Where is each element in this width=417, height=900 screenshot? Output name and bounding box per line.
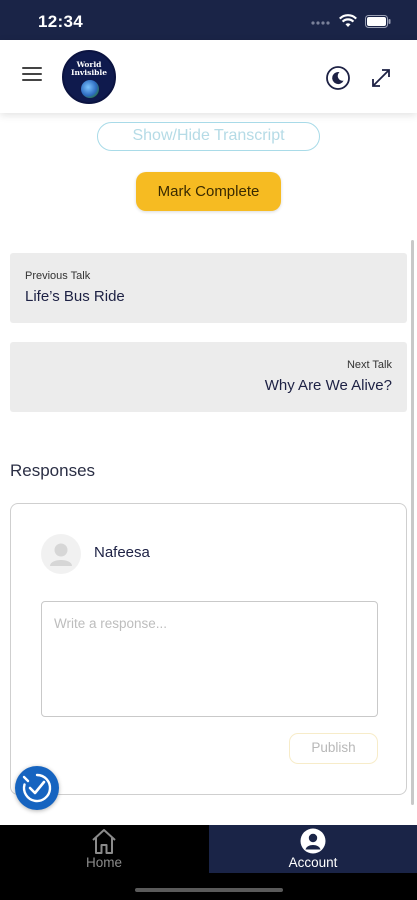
- avatar: [41, 534, 81, 574]
- talk-content: Show/Hide Transcript Mark Complete Previ…: [0, 113, 417, 825]
- response-card: Nafeesa Write a response... Publish: [10, 503, 407, 795]
- responses-heading: Responses: [10, 461, 96, 480]
- battery-icon: [365, 14, 391, 28]
- user-name: Nafeesa: [94, 544, 150, 561]
- world-invisible-logo[interactable]: World Invisible: [62, 50, 116, 104]
- tab-home[interactable]: Home: [0, 825, 208, 873]
- user-icon: [50, 543, 72, 566]
- accessibility-icon: [22, 773, 52, 803]
- previous-talk-title: Life’s Bus Ride: [25, 288, 125, 305]
- previous-talk-card[interactable]: Previous Talk Life’s Bus Ride: [10, 253, 407, 323]
- moon-icon[interactable]: [325, 65, 351, 91]
- home-indicator: [135, 888, 283, 892]
- signal-icon: [311, 21, 330, 25]
- logo-text: World Invisible: [70, 60, 108, 77]
- home-icon: [92, 829, 116, 854]
- mark-complete-button[interactable]: Mark Complete: [136, 172, 281, 211]
- tab-account[interactable]: Account: [209, 825, 417, 873]
- app-header: World Invisible: [0, 40, 417, 113]
- globe-icon: [81, 80, 99, 98]
- expand-icon[interactable]: [368, 65, 394, 91]
- menu-icon[interactable]: [22, 67, 42, 83]
- next-talk-card[interactable]: Next Talk Why Are We Alive?: [10, 342, 407, 412]
- status-icons: [311, 14, 391, 28]
- scrollbar[interactable]: [411, 240, 414, 805]
- tab-account-label: Account: [288, 855, 338, 870]
- next-talk-title: Why Are We Alive?: [264, 377, 392, 394]
- show-hide-transcript-button[interactable]: Show/Hide Transcript: [97, 122, 320, 151]
- accessibility-button[interactable]: [15, 766, 59, 810]
- next-talk-caption: Next Talk: [346, 359, 392, 371]
- status-bar: 12:34: [0, 0, 417, 40]
- previous-talk-caption: Previous Talk: [25, 270, 91, 282]
- tab-home-label: Home: [85, 855, 122, 870]
- status-time: 12:34: [38, 12, 83, 31]
- publish-button[interactable]: Publish: [289, 733, 378, 764]
- response-textarea[interactable]: Write a response...: [41, 601, 378, 717]
- account-icon: [300, 828, 326, 854]
- wifi-icon: [339, 14, 357, 27]
